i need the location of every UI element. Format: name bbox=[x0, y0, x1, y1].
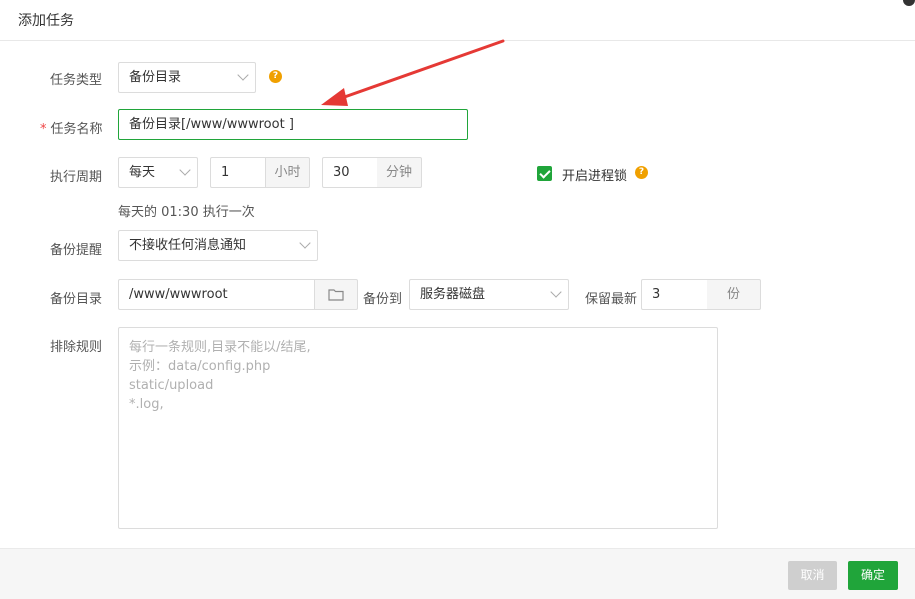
period-label: 执行周期 bbox=[50, 170, 103, 185]
help-icon[interactable]: ? bbox=[635, 166, 648, 179]
chevron-down-icon bbox=[550, 286, 562, 298]
backup-dir-input[interactable]: /www/wwwroot bbox=[118, 279, 315, 310]
placeholder-line: 每行一条规则,目录不能以/结尾, bbox=[129, 340, 311, 355]
confirm-button[interactable]: 确定 bbox=[848, 561, 898, 590]
placeholder-line: *.log, bbox=[129, 397, 164, 412]
reminder-label: 备份提醒 bbox=[50, 243, 103, 258]
hour-unit: 小时 bbox=[266, 157, 310, 188]
minute-value: 30 bbox=[333, 165, 350, 180]
chevron-down-icon bbox=[299, 237, 311, 249]
exclude-rules-label: 排除规则 bbox=[50, 340, 103, 355]
process-lock-checkbox[interactable] bbox=[537, 166, 552, 181]
chevron-down-icon bbox=[237, 69, 249, 81]
required-mark: * bbox=[40, 122, 47, 137]
backup-to-select[interactable]: 服务器磁盘 bbox=[409, 279, 569, 310]
backup-dir-value: /www/wwwroot bbox=[129, 287, 228, 302]
frequency-value: 每天 bbox=[129, 165, 156, 180]
minute-input[interactable]: 30 bbox=[322, 157, 378, 188]
exclude-rules-textarea[interactable]: 每行一条规则,目录不能以/结尾, 示例：data/config.php stat… bbox=[118, 327, 718, 529]
cancel-button[interactable]: 取消 bbox=[788, 561, 837, 590]
placeholder-line: 示例：data/config.php bbox=[129, 359, 271, 374]
task-name-input[interactable]: 备份目录[/www/wwwroot ] bbox=[118, 109, 468, 140]
folder-picker-button[interactable] bbox=[315, 279, 358, 310]
help-icon[interactable]: ? bbox=[269, 70, 282, 83]
process-lock-label: 开启进程锁 bbox=[562, 169, 628, 184]
task-name-label: * 任务名称 bbox=[40, 118, 103, 137]
hour-value: 1 bbox=[221, 165, 230, 180]
keep-latest-label: 保留最新 bbox=[585, 292, 638, 307]
folder-icon bbox=[328, 289, 344, 301]
task-type-select[interactable]: 备份目录 bbox=[118, 62, 256, 93]
reminder-select[interactable]: 不接收任何消息通知 bbox=[118, 230, 318, 261]
backup-dir-label: 备份目录 bbox=[50, 292, 103, 307]
keep-latest-value: 3 bbox=[652, 287, 661, 302]
backup-to-value: 服务器磁盘 bbox=[420, 287, 486, 302]
reminder-value: 不接收任何消息通知 bbox=[129, 238, 247, 253]
task-name-value: 备份目录[/www/wwwroot ] bbox=[129, 117, 294, 132]
minute-unit: 分钟 bbox=[377, 157, 422, 188]
keep-latest-unit: 份 bbox=[707, 279, 761, 310]
schedule-summary: 每天的 01:30 执行一次 bbox=[118, 205, 255, 220]
dialog-header: 添加任务 bbox=[0, 0, 915, 41]
task-type-value: 备份目录 bbox=[129, 70, 182, 85]
placeholder-line: static/upload bbox=[129, 378, 214, 393]
keep-latest-input[interactable]: 3 bbox=[641, 279, 708, 310]
chevron-down-icon bbox=[179, 164, 191, 176]
hour-input[interactable]: 1 bbox=[210, 157, 266, 188]
task-name-label-text: 任务名称 bbox=[50, 122, 103, 137]
frequency-select[interactable]: 每天 bbox=[118, 157, 198, 188]
close-icon[interactable] bbox=[903, 0, 915, 6]
task-type-label: 任务类型 bbox=[50, 73, 103, 88]
dialog-footer: 取消 确定 bbox=[0, 548, 915, 599]
backup-to-label: 备份到 bbox=[363, 292, 403, 307]
dialog-title: 添加任务 bbox=[18, 13, 74, 29]
